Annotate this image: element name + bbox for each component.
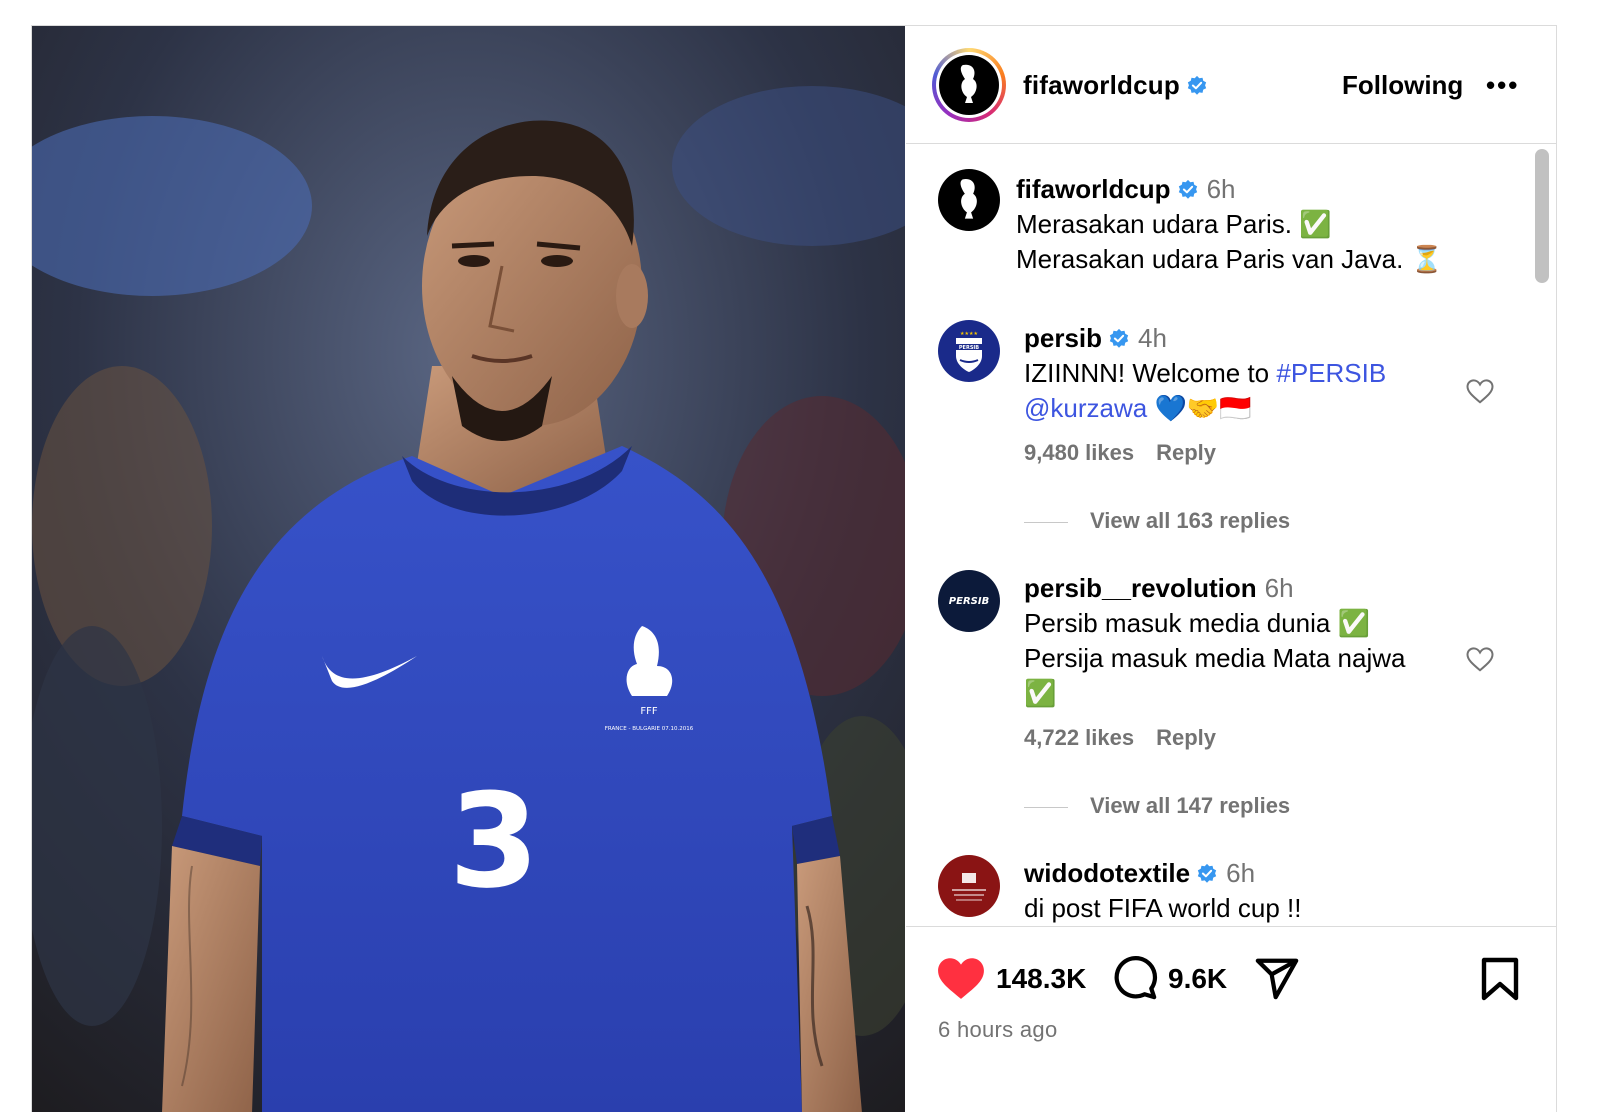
comment-username[interactable]: persib__revolution: [1024, 573, 1257, 603]
svg-text:★★★★: ★★★★: [960, 331, 978, 337]
hashtag-link[interactable]: #PERSIB: [1276, 358, 1386, 388]
verified-badge-icon: [1109, 328, 1129, 348]
svg-text:FFF: FFF: [640, 706, 658, 717]
mention-link[interactable]: @kurzawa: [1024, 393, 1147, 423]
verified-badge-icon: [1178, 179, 1197, 199]
comment-text: di post FIFA world cup !!: [1024, 893, 1302, 923]
verified-badge-icon: [1187, 75, 1207, 95]
posted-time[interactable]: 6 hours ago: [938, 1017, 1058, 1043]
svg-text:PERSIB: PERSIB: [949, 596, 989, 607]
persib-crest-icon: PERSIB ★★★★: [956, 331, 982, 372]
comment-time[interactable]: 6h: [1226, 858, 1255, 888]
likes-count[interactable]: 148.3K: [996, 963, 1086, 995]
comment-persib: PERSIB ★★★★ persib 4h IZIINNN! Welcome to…: [938, 320, 1538, 550]
post-photo[interactable]: FFF FRANCE - BULGARIE 07.10.2016 3: [32, 26, 905, 1112]
post-header: FIFA fifaworldcup Following •••: [906, 26, 1556, 144]
comment-line-1: Persib masuk media dunia ✅: [1024, 608, 1370, 638]
comment-time[interactable]: 4h: [1138, 323, 1167, 353]
story-ring[interactable]: FIFA: [932, 48, 1006, 122]
comments-count[interactable]: 9.6K: [1168, 963, 1227, 995]
svg-text:FIFA: FIFA: [963, 221, 976, 228]
share-icon[interactable]: [1254, 955, 1300, 1001]
comment-avatar[interactable]: PERSIB ★★★★: [938, 320, 1000, 382]
caption-line-1: Merasakan udara Paris. ✅: [1016, 209, 1332, 239]
following-button[interactable]: Following: [1342, 70, 1463, 101]
widodotextile-logo-icon: [952, 873, 986, 901]
comment-text: IZIINNN! Welcome to #PERSIB @kurzawa 💙🤝🇮…: [1024, 358, 1387, 423]
caption-username[interactable]: fifaworldcup: [1016, 174, 1171, 204]
jersey-number: 3: [449, 765, 539, 917]
like-comment-heart-icon[interactable]: [1464, 376, 1496, 406]
comment-line-3: ✅: [1024, 678, 1057, 708]
comment-likes[interactable]: 9,480 likes: [1024, 440, 1134, 465]
more-options-icon[interactable]: •••: [1486, 70, 1519, 101]
reply-button[interactable]: Reply: [1156, 440, 1216, 465]
comment-meta: 9,480 likes Reply: [1024, 440, 1454, 466]
player-illustration: FFF FRANCE - BULGARIE 07.10.2016 3: [32, 26, 905, 1112]
comment-likes[interactable]: 4,722 likes: [1024, 725, 1134, 750]
caption-time[interactable]: 6h: [1207, 174, 1236, 204]
reply-button[interactable]: Reply: [1156, 725, 1216, 750]
comment-line-2: Persija masuk media Mata najwa: [1024, 643, 1406, 673]
scrollbar-thumb[interactable]: [1535, 149, 1549, 283]
verified-badge-icon: [1197, 863, 1217, 883]
svg-text:FRANCE - BULGARIE 07.10.2016: FRANCE - BULGARIE 07.10.2016: [605, 726, 694, 732]
persib-revolution-logo-icon: PERSIB: [949, 596, 989, 607]
author-username[interactable]: fifaworldcup: [1023, 70, 1208, 101]
post-side-panel: FIFA fifaworldcup Following ••• FIFA fif…: [906, 26, 1556, 1112]
comment-username[interactable]: persib: [1024, 323, 1102, 353]
comment-avatar[interactable]: PERSIB: [938, 570, 1000, 632]
view-replies[interactable]: View all 147 replies: [1024, 793, 1290, 819]
avatar[interactable]: FIFA: [939, 55, 999, 115]
caption-line-2: Merasakan udara Paris van Java. ⏳: [1016, 244, 1443, 274]
caption-avatar[interactable]: FIFA: [938, 169, 1000, 231]
fifa-trophy-icon: FIFA: [960, 64, 977, 112]
comment-icon[interactable]: [1112, 955, 1158, 1001]
comment-time[interactable]: 6h: [1265, 573, 1294, 603]
post-card: FFF FRANCE - BULGARIE 07.10.2016 3 FIFA: [31, 25, 1557, 1112]
like-heart-icon[interactable]: [936, 955, 986, 1001]
view-replies[interactable]: View all 163 replies: [1024, 508, 1290, 534]
like-comment-heart-icon[interactable]: [1464, 644, 1496, 674]
post-actions: 148.3K 9.6K 6 hours ago: [906, 926, 1556, 1112]
fifa-trophy-icon: FIFA: [960, 179, 977, 228]
svg-text:FIFA: FIFA: [963, 105, 976, 112]
bookmark-icon[interactable]: [1480, 957, 1520, 1001]
comment-widodotextile: widodotextile 6h di post FIFA world cup !…: [938, 855, 1538, 926]
comment-avatar[interactable]: [938, 855, 1000, 917]
comment-username[interactable]: widodotextile: [1024, 858, 1190, 888]
comment-meta: 4,722 likes Reply: [1024, 725, 1454, 751]
comments-list[interactable]: FIFA fifaworldcup 6h Merasakan udara Pari…: [906, 145, 1556, 926]
svg-text:PERSIB: PERSIB: [959, 345, 979, 351]
comment-persib-revolution: PERSIB persib__revolution 6h Persib masuk…: [938, 570, 1538, 830]
